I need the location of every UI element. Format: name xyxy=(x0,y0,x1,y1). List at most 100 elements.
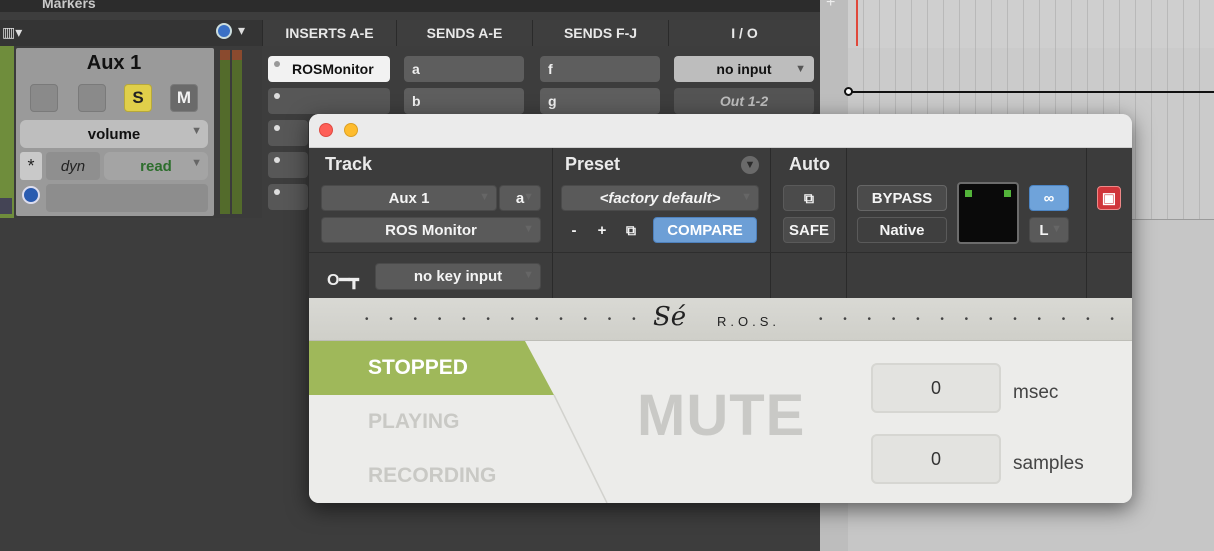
chevron-down-icon: ▼ xyxy=(795,63,806,75)
automation-breakpoint[interactable] xyxy=(844,87,853,96)
send-slot-f[interactable]: f xyxy=(540,56,660,82)
chevron-down-icon: ▼ xyxy=(523,269,534,281)
markers-ruler: Markers xyxy=(0,0,820,12)
link-side-selector[interactable]: L ▼ xyxy=(1029,217,1069,243)
brand-dots-right: • • • • • • • • • • • • • xyxy=(819,314,1123,325)
dyn-button[interactable]: dyn xyxy=(46,152,100,180)
plugin-icon xyxy=(957,182,1019,244)
insert-empty-icon xyxy=(274,189,280,195)
brand-logo: Sé xyxy=(653,302,687,332)
chevron-down-icon: ▼ xyxy=(1051,223,1062,235)
automation-enable-icon[interactable]: ⧉ xyxy=(783,185,835,211)
insert-active-icon xyxy=(274,61,280,67)
insert-slot-b[interactable] xyxy=(268,88,390,114)
insert-slot-a[interactable]: ROSMonitor xyxy=(268,56,390,82)
mute-button[interactable]: M xyxy=(170,84,198,112)
send-slot-label: b xyxy=(412,93,421,109)
channel-selector[interactable]: a ▼ xyxy=(499,185,541,211)
solo-button[interactable]: S xyxy=(124,84,152,112)
input-selector-label: no input xyxy=(716,61,772,77)
sends-ae-column-header: SENDS A-E xyxy=(396,20,532,46)
playhead-cursor[interactable] xyxy=(856,0,858,46)
insert-empty-icon xyxy=(274,125,280,131)
automation-star-button[interactable]: * xyxy=(20,152,42,180)
record-enable-button[interactable] xyxy=(30,84,58,112)
plugin-selector[interactable]: ROS Monitor ▼ xyxy=(321,217,541,243)
compare-button[interactable]: COMPARE xyxy=(653,217,757,243)
volume-automation-line[interactable] xyxy=(848,91,1214,93)
markers-label: Markers xyxy=(42,0,96,11)
insert-slot-c[interactable] xyxy=(268,120,308,146)
send-slot-label: f xyxy=(548,61,553,77)
track-selector[interactable]: Aux 1 ▼ xyxy=(321,185,497,211)
chevron-down-icon: ▼ xyxy=(523,191,534,203)
preset-section-title: Preset xyxy=(565,154,621,174)
state-recording: RECORDING xyxy=(368,464,497,487)
plugin-led-icon xyxy=(965,190,972,197)
plugin-selector-label: ROS Monitor xyxy=(385,221,477,239)
chevron-down-icon: ▼ xyxy=(479,191,490,203)
add-marker-icon[interactable]: + xyxy=(826,0,835,12)
send-slot-a[interactable]: a xyxy=(404,56,524,82)
timeline-ruler[interactable] xyxy=(848,0,1214,48)
timebase-icon[interactable] xyxy=(22,186,40,204)
next-preset-button[interactable]: + xyxy=(591,217,613,243)
clock-icon[interactable] xyxy=(216,23,232,39)
track-section-title: Track xyxy=(325,154,373,174)
plugin-led-icon xyxy=(1004,190,1011,197)
track-name[interactable]: Aux 1 xyxy=(16,52,212,75)
automation-mode-label: read xyxy=(140,157,172,175)
insert-slot-e[interactable] xyxy=(268,184,308,210)
sends-fj-column-header: SENDS F-J xyxy=(532,20,668,46)
input-selector[interactable]: no input ▼ xyxy=(674,56,814,82)
send-slot-b[interactable]: b xyxy=(404,88,524,114)
level-meter-right xyxy=(232,50,242,214)
state-playing: PLAYING xyxy=(368,410,460,433)
insert-empty-icon xyxy=(274,93,280,99)
safe-button[interactable]: SAFE xyxy=(783,217,835,243)
voice-selector[interactable] xyxy=(46,184,208,212)
track-color-bar[interactable] xyxy=(0,46,14,218)
level-meter-left xyxy=(220,50,230,214)
key-input-label: no key input xyxy=(413,268,503,285)
msec-field[interactable]: 0 xyxy=(871,363,1001,413)
automation-mode-selector[interactable]: read ▼ xyxy=(104,152,208,180)
target-power-button[interactable]: ▣ xyxy=(1097,186,1121,210)
output-selector[interactable]: Out 1-2 xyxy=(674,88,814,114)
samples-field[interactable]: 0 xyxy=(871,434,1001,484)
msec-unit-label: msec xyxy=(1013,382,1059,403)
native-button[interactable]: Native xyxy=(857,217,947,243)
preset-menu-icon[interactable]: ▼ xyxy=(741,156,759,174)
link-side-label: L xyxy=(1039,221,1049,239)
chevron-down-icon: ▼ xyxy=(191,125,202,137)
send-slot-label: g xyxy=(548,93,557,109)
plugin-titlebar[interactable] xyxy=(309,114,1132,148)
close-window-button[interactable] xyxy=(319,123,333,137)
io-column-header: I / O xyxy=(668,20,820,46)
previous-preset-button[interactable]: - xyxy=(563,217,585,243)
minimize-window-button[interactable] xyxy=(344,123,358,137)
link-icon[interactable]: ∞ xyxy=(1029,185,1069,211)
insert-slot-d[interactable] xyxy=(268,152,308,178)
preset-selector[interactable]: <factory default> ▼ xyxy=(561,185,759,211)
mute-indicator: MUTE xyxy=(637,383,806,448)
auto-section-title: Auto xyxy=(789,154,830,174)
chevron-down-icon[interactable]: ▾ xyxy=(238,22,245,39)
brand-dots-left: • • • • • • • • • • • • • xyxy=(365,314,669,325)
copy-settings-icon[interactable]: ⧉ xyxy=(619,217,643,243)
send-slot-label: a xyxy=(412,61,420,77)
input-monitor-button[interactable] xyxy=(78,84,106,112)
track-selector-label: Aux 1 xyxy=(388,189,430,207)
chevron-down-icon: ▼ xyxy=(191,157,202,169)
track-view-label: volume xyxy=(87,125,141,143)
inserts-column-header: INSERTS A-E xyxy=(262,20,396,46)
track-type-icon xyxy=(0,198,12,214)
view-selector-icon[interactable]: ▥▾ xyxy=(2,24,22,41)
preset-selector-label: <factory default> xyxy=(599,189,721,207)
bypass-button[interactable]: BYPASS xyxy=(857,185,947,211)
samples-unit-label: samples xyxy=(1013,453,1084,474)
send-slot-g[interactable]: g xyxy=(540,88,660,114)
key-input-selector[interactable]: no key input ▼ xyxy=(375,263,541,290)
track-view-selector[interactable]: volume ▼ xyxy=(20,120,208,148)
insert-empty-icon xyxy=(274,157,280,163)
